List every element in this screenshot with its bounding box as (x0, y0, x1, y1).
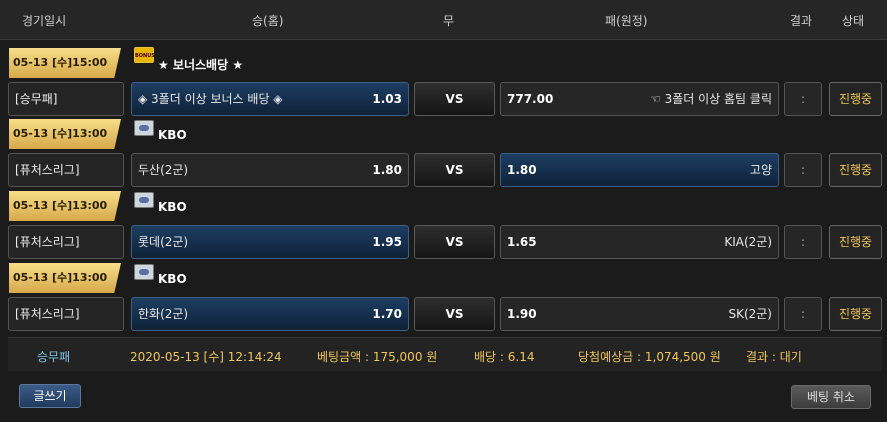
game-type: [퓨처스리그] (8, 225, 124, 259)
game-status: 진행중 (829, 297, 882, 331)
game-status: 진행중 (829, 82, 882, 116)
cancel-bet-button[interactable]: 베팅 취소 (791, 385, 871, 409)
header-date: 경기일시 (22, 14, 67, 28)
away-odds: 1.65 (507, 235, 537, 249)
home-team: 두산(2군) (138, 163, 189, 177)
game-datetime: 05-13 [수]13:00 (9, 191, 121, 221)
home-bet-button[interactable]: ◈ 3폴더 이상 보너스 배당 ◈ 1.03 (131, 82, 409, 116)
game-type: [퓨처스리그] (8, 153, 124, 187)
draw-bet-button[interactable]: VS (414, 225, 495, 259)
league-name: ★ 보너스배당 ★ (158, 58, 244, 72)
home-bet-button[interactable]: 한화(2군) 1.70 (131, 297, 409, 331)
draw-bet-button[interactable]: VS (414, 297, 495, 331)
home-bet-button[interactable]: 두산(2군) 1.80 (131, 153, 409, 187)
game-datetime: 05-13 [수]13:00 (9, 263, 121, 293)
game-result: : (784, 225, 822, 259)
game-status: 진행중 (829, 225, 882, 259)
kbo-logo-icon (134, 192, 154, 208)
header-result: 결과 (790, 14, 813, 28)
home-odds: 1.80 (372, 163, 402, 177)
home-team: 롯데(2군) (138, 235, 189, 249)
away-team: 고양 (749, 163, 772, 177)
game-datetime: 05-13 [수]15:00 (9, 48, 121, 78)
game-status: 진행중 (829, 153, 882, 187)
away-odds: 1.90 (507, 307, 537, 321)
header-away: 패(원정) (605, 14, 648, 28)
table-header: 경기일시 승(홈) 무 패(원정) 결과 상태 (0, 0, 887, 40)
draw-bet-button[interactable]: VS (414, 82, 495, 116)
away-bet-button[interactable]: 777.00 ☜ 3폴더 이상 홈팀 클릭 (500, 82, 779, 116)
draw-bet-button[interactable]: VS (414, 153, 495, 187)
away-team: SK(2군) (728, 307, 772, 321)
bet-summary: 승무패 2020-05-13 [수] 12:14:24 베팅금액 : 175,0… (8, 337, 882, 371)
away-bet-button[interactable]: 1.80 고양 (500, 153, 779, 187)
away-bet-button[interactable]: 1.90 SK(2군) (500, 297, 779, 331)
kbo-logo-icon (134, 120, 154, 136)
home-odds: 1.70 (372, 307, 402, 321)
summary-type: 승무패 (37, 350, 71, 364)
game-type: [퓨처스리그] (8, 297, 124, 331)
league-name: KBO (158, 272, 187, 286)
game-datetime: 05-13 [수]13:00 (9, 119, 121, 149)
away-odds: 777.00 (507, 92, 554, 106)
home-odds: 1.95 (372, 235, 402, 249)
kbo-logo-icon (134, 264, 154, 280)
header-home: 승(홈) (252, 14, 284, 28)
home-bet-button[interactable]: 롯데(2군) 1.95 (131, 225, 409, 259)
summary-expected-win: 당첨예상금 : 1,074,500 원 (578, 350, 721, 364)
write-button[interactable]: 글쓰기 (19, 384, 81, 408)
summary-bet-amount: 베팅금액 : 175,000 원 (317, 350, 438, 364)
away-team: ☜ 3폴더 이상 홈팀 클릭 (650, 92, 772, 106)
game-result: : (784, 153, 822, 187)
header-draw: 무 (443, 14, 455, 28)
home-team: ◈ 3폴더 이상 보너스 배당 ◈ (138, 92, 283, 106)
game-result: : (784, 297, 822, 331)
away-odds: 1.80 (507, 163, 537, 177)
home-odds: 1.03 (372, 92, 402, 106)
game-type: [승무패] (8, 82, 124, 116)
home-team: 한화(2군) (138, 307, 189, 321)
game-result: : (784, 82, 822, 116)
away-team: KIA(2군) (724, 235, 772, 249)
league-name: KBO (158, 128, 187, 142)
bonus-logo-icon: BONUS (134, 47, 155, 63)
header-status: 상태 (842, 14, 865, 28)
summary-result: 결과 : 대기 (746, 350, 802, 364)
away-bet-button[interactable]: 1.65 KIA(2군) (500, 225, 779, 259)
league-name: KBO (158, 200, 187, 214)
summary-datetime: 2020-05-13 [수] 12:14:24 (130, 350, 282, 364)
summary-odds: 배당 : 6.14 (474, 350, 535, 364)
